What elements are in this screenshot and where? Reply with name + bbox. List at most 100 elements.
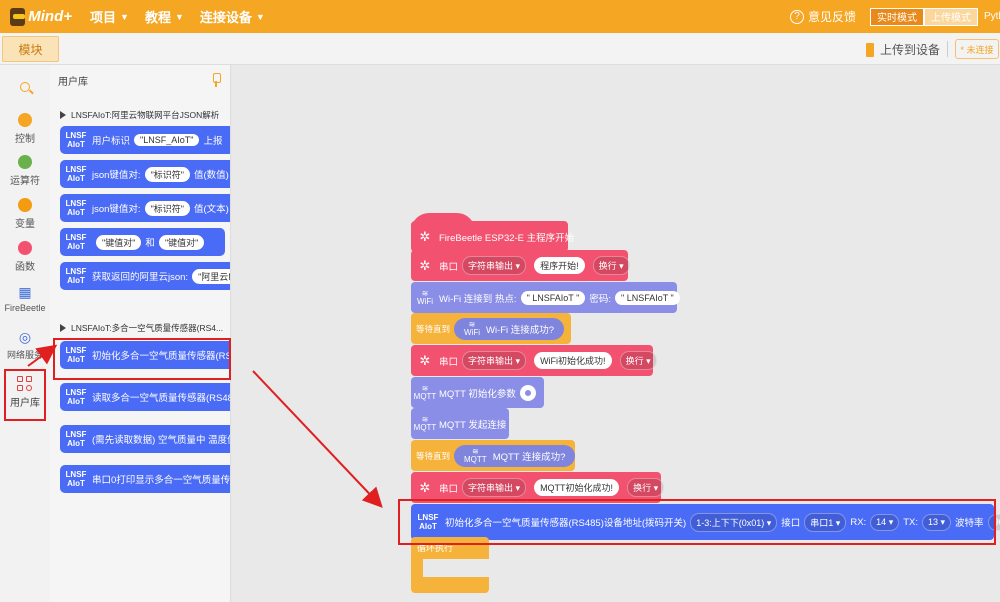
top-bar: Mind+ 项目 ▼ 教程 ▼ 连接设备 ▼ ? 意见反馈 实时模式 上传模式 Pyt… — [0, 0, 1000, 33]
block-mqtt-connect[interactable]: ≋ MQTT MQTT 发起连接 — [411, 408, 509, 439]
block-text: 串口 — [439, 483, 459, 495]
block-main-start[interactable]: ✲ FireBeetle ESP32-E 主程序开始 — [411, 221, 574, 252]
block-serial-print-1[interactable]: ✲ 串口 字符串输出 ▾ 程序开始! 换行 ▾ — [411, 250, 630, 281]
block-field: "标识符" — [144, 200, 190, 216]
palette-block-join[interactable]: LNSF AIoT "键值对" 和 "键值对" — [60, 228, 225, 256]
dropdown-newline[interactable]: 换行 ▾ — [627, 478, 665, 497]
category-label: 函数 — [15, 262, 35, 273]
lnsf-aiot-tag: LNSF AIoT — [65, 470, 87, 488]
block-text: 密码: — [589, 293, 611, 305]
block-wifi-connect[interactable]: ≋ WiFi Wi-Fi 连接到 热点: " LNSFAIoT " 密码: " L… — [411, 282, 680, 313]
palette-block-read-air-sensor[interactable]: LNSFAIoT 读取多合一空气质量传感器(RS485)数 — [60, 383, 230, 411]
palette-section-air-sensor[interactable]: LNSFAIoT:多合一空气质量传感器(RS4... — [60, 322, 223, 334]
chevron-down-icon: ▼ — [174, 11, 184, 22]
category-functions[interactable]: 函数 — [0, 241, 50, 273]
firebeetle-icon: ✲ — [419, 352, 431, 368]
block-field: "键值对" — [158, 234, 205, 250]
block-mqtt-init[interactable]: ≋ MQTT MQTT 初始化参数 — [411, 377, 544, 408]
dropdown-newline[interactable]: 换行 ▾ — [592, 256, 630, 275]
lnsf-aiot-tag: LNSF AIoT — [65, 165, 87, 183]
control-dot-icon — [18, 113, 32, 127]
menu-connect-label: 连接设备 — [199, 10, 252, 25]
field-message[interactable]: MQTT初始化成功! — [534, 479, 620, 496]
block-text: FireBeetle ESP32-E 主程序开始 — [439, 232, 575, 244]
feedback-link[interactable]: ? 意见反馈 — [789, 8, 856, 25]
palette-block-print-air[interactable]: LNSFAIoT 串口0打印显示多合一空气质量传感器 — [60, 465, 231, 493]
toolbar-divider — [947, 41, 948, 57]
logo-text: Mind+ — [28, 8, 72, 25]
category-network[interactable]: ◎ 网络服务 — [0, 330, 50, 361]
lnsf-aiot-tag: LNSF AIoT — [65, 388, 87, 406]
field-ssid[interactable]: " LNSFAIoT " — [520, 290, 586, 305]
category-firebeetle[interactable]: ▦ FireBeetle — [0, 285, 50, 314]
category-label: 网络服务 — [6, 350, 43, 360]
toolbar: 模块 上传到设备 * 未连接 — [0, 33, 1000, 65]
category-label: FireBeetle — [4, 303, 46, 313]
lnsf-aiot-tag: LNSF AIoT — [65, 233, 87, 251]
category-variables[interactable]: 变量 — [0, 198, 50, 230]
tab-blocks[interactable]: 模块 — [2, 36, 59, 62]
top-right-controls: ? 意见反馈 实时模式 上传模式 Pyth — [789, 0, 1000, 33]
connection-status[interactable]: * 未连接 — [955, 39, 999, 59]
python-mode-button[interactable]: Pyth — [984, 11, 1000, 22]
palette-block-json-text[interactable]: LNSF AIoT json键值对: "标识符" 值(文本) — [60, 194, 230, 222]
realtime-mode-button[interactable]: 实时模式 — [870, 7, 924, 26]
menu-tutorial[interactable]: 教程 ▼ — [145, 7, 184, 26]
field-message[interactable]: 程序开始! — [534, 257, 585, 274]
block-text: 读取多合一空气质量传感器(RS485)数 — [92, 393, 230, 404]
dropdown-output-type[interactable]: 字符串输出 ▾ — [462, 256, 527, 275]
mqtt-icon: ≋ MQTT — [413, 383, 437, 401]
wifi-icon: ≋ WiFi — [464, 319, 481, 337]
search-icon[interactable] — [20, 82, 30, 92]
userlib-icon — [17, 376, 33, 392]
globe-icon: ◎ — [18, 329, 32, 345]
block-forever-loop[interactable]: 循环执行 — [411, 537, 489, 595]
block-text: 等待直到 — [416, 323, 451, 334]
palette-block-json-number[interactable]: LNSF AIoT json键值对: "标识符" 值(数值) — [60, 160, 230, 188]
field-message[interactable]: WiFi初始化成功! — [534, 352, 612, 369]
category-userlib[interactable]: 用户库 — [4, 369, 46, 421]
menu-connect-device[interactable]: 连接设备 ▼ — [200, 7, 265, 26]
category-label: 运算符 — [10, 176, 40, 187]
palette-section-json[interactable]: LNSFAIoT:阿里云物联网平台JSON解析 — [60, 109, 219, 121]
gear-icon[interactable] — [519, 384, 536, 401]
category-label: 用户库 — [10, 398, 40, 409]
block-text: 值(数值) — [194, 170, 229, 181]
category-label: 变量 — [15, 219, 35, 230]
block-text: 值(文本) — [194, 204, 229, 215]
block-wait-wifi[interactable]: 等待直到 ≋ WiFi Wi-Fi 连接成功? — [411, 313, 571, 344]
block-text: 串口 — [439, 261, 459, 273]
block-text: Wi-Fi 连接到 热点: — [439, 293, 517, 305]
condition-wifi-connected[interactable]: ≋ WiFi Wi-Fi 连接成功? — [454, 317, 565, 340]
dropdown-output-type[interactable]: 字符串输出 ▾ — [462, 478, 527, 497]
lnsf-aiot-tag: LNSF AIoT — [65, 267, 87, 285]
section-title: LNSFAIoT:阿里云物联网平台JSON解析 — [71, 110, 220, 120]
block-text: 串口0打印显示多合一空气质量传感器 — [92, 475, 231, 486]
dropdown-newline[interactable]: 换行 ▾ — [619, 351, 657, 370]
field-password[interactable]: " LNSFAIoT " — [614, 290, 680, 305]
highlight-palette-block — [53, 338, 231, 380]
upload-mode-button[interactable]: 上传模式 — [924, 7, 978, 26]
condition-mqtt-connected[interactable]: ≋ MQTT MQTT 连接成功? — [454, 444, 576, 467]
menu-project-label: 项目 — [90, 10, 117, 25]
block-text: MQTT 发起连接 — [439, 419, 507, 431]
block-field: "标识符" — [144, 166, 190, 182]
block-serial-print-2[interactable]: ✲ 串口 字符串输出 ▾ WiFi初始化成功! 换行 ▾ — [411, 345, 657, 376]
dropdown-output-type[interactable]: 字符串输出 ▾ — [462, 351, 527, 370]
lnsf-aiot-tag: LNSF AIoT — [65, 430, 87, 448]
upload-to-device-button[interactable]: 上传到设备 — [866, 41, 940, 58]
category-operators[interactable]: 运算符 — [0, 155, 50, 187]
palette-block-report[interactable]: LNSF AIoT 用户标识 "LNSF_AIoT" 上报 — [60, 126, 230, 154]
palette-title: 用户库 — [58, 77, 88, 88]
palette-block-air-value[interactable]: LNSF AIoT (需先读取数据) 空气质量中 温度值 — [60, 425, 230, 453]
block-text: 和 — [145, 238, 155, 249]
upload-icon — [866, 42, 874, 57]
menu-project[interactable]: 项目 ▼ — [90, 7, 129, 26]
firebeetle-icon: ✲ — [419, 257, 431, 273]
block-wait-mqtt[interactable]: 等待直到 ≋ MQTT MQTT 连接成功? — [411, 440, 576, 471]
mqtt-icon: ≋ MQTT — [464, 446, 487, 464]
category-control[interactable]: 控制 — [0, 113, 50, 145]
pin-icon[interactable] — [210, 73, 222, 87]
question-icon: ? — [789, 9, 804, 24]
palette-block-get-json[interactable]: LNSFAIoT 获取返回的阿里云json: "阿里云M — [60, 262, 230, 290]
